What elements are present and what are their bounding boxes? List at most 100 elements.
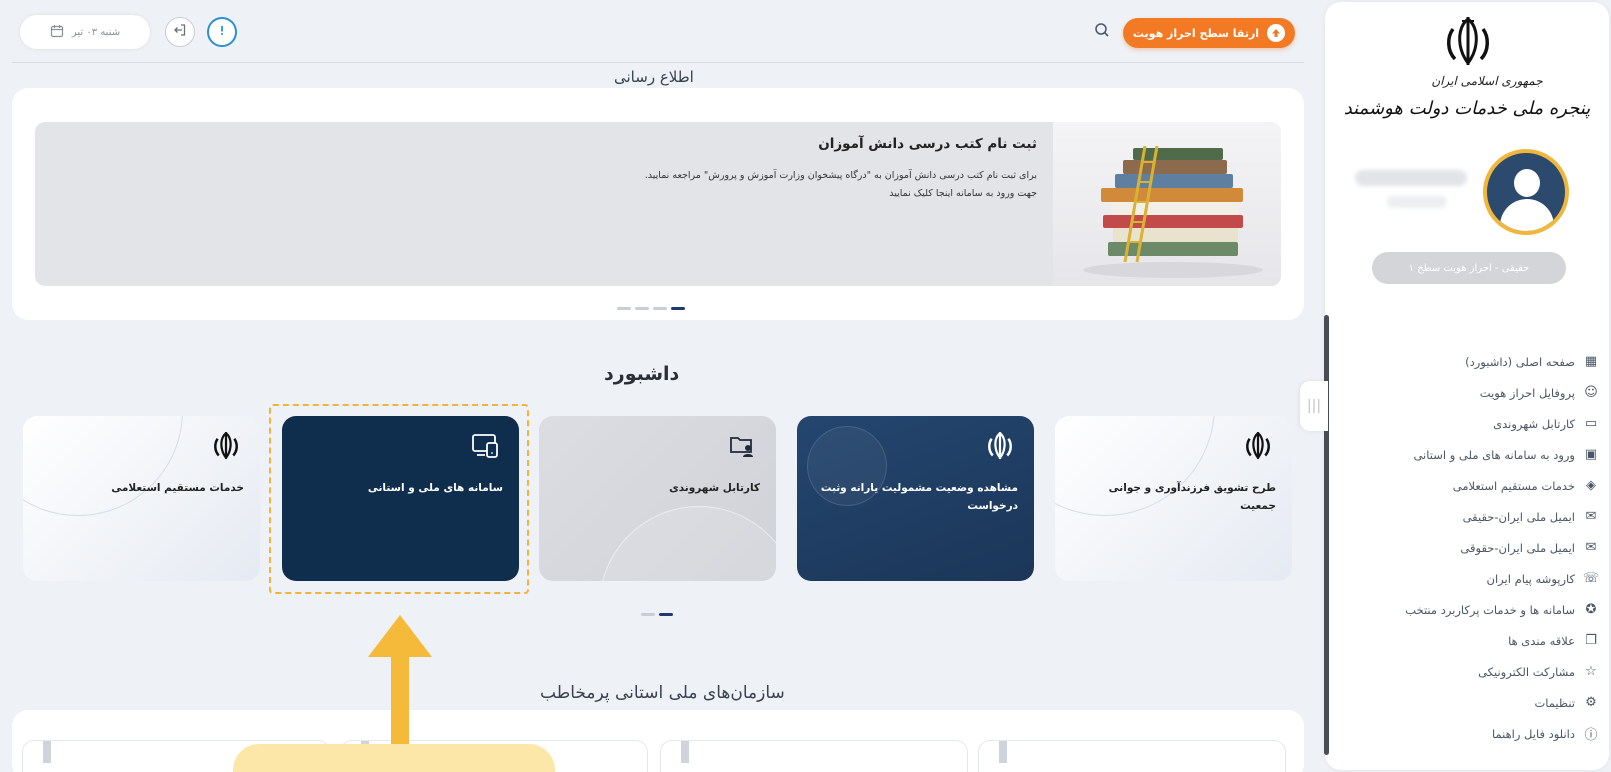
- emblem-icon: [210, 430, 242, 462]
- search-icon: [1094, 22, 1110, 42]
- grid-icon: ▦: [1584, 354, 1598, 369]
- award-icon: ✪: [1585, 602, 1597, 617]
- dashboard-card-inquiry-services[interactable]: خدمات مستقیم استعلامی: [23, 416, 260, 581]
- mail-icon: ✉: [1585, 540, 1597, 555]
- sidebar-item-settings[interactable]: ⚙ تنظیمات: [1325, 687, 1599, 718]
- sidebar-nav: ▦ صفحه اصلی (داشبورد) ☺ پروفایل احراز هویت…: [1325, 346, 1599, 749]
- iran-emblem-icon: [1438, 12, 1498, 72]
- bookmark-icon: ❐: [1585, 633, 1597, 648]
- sidebar-item-dashboard[interactable]: ▦ صفحه اصلی (داشبورد): [1325, 346, 1599, 377]
- carousel-dot[interactable]: [635, 307, 649, 310]
- sidebar-item-label: سامانه ها و خدمات پرکاربرد منتخب: [1405, 602, 1575, 617]
- provinces-section-title: سازمان‌های ملی استانی پرمخاطب: [526, 683, 799, 703]
- sidebar-item-email-legal[interactable]: ✉ ایمیل ملی ایران-حقوقی: [1325, 532, 1599, 563]
- card-tag: [43, 741, 51, 763]
- section-divider: [12, 62, 1304, 63]
- sidebar-item-favorites[interactable]: ❐ علاقه مندی ها: [1325, 625, 1599, 656]
- province-card[interactable]: [978, 740, 1286, 772]
- dashboard-card-birth-incentive[interactable]: طرح تشویق فرزندآوری و جوانی جمعیت: [1055, 416, 1292, 581]
- news-description: برای ثبت نام کتب درسی دانش آموزان به "در…: [644, 170, 1037, 181]
- card-decor: [23, 416, 183, 516]
- date-pill: شنبه ۰۳ تیر: [20, 15, 150, 49]
- annotation-arrow-shaft: [391, 652, 409, 748]
- news-title: ثبت نام کتب درسی دانش آموزان: [818, 136, 1037, 152]
- sidebar-item-inquiry-services[interactable]: ◈ خدمات مستقیم استعلامی: [1325, 470, 1599, 501]
- logout-icon: [173, 23, 187, 41]
- avatar-head-shape: [1514, 169, 1540, 197]
- carousel-dot[interactable]: [617, 307, 631, 310]
- carousel-dot[interactable]: [653, 307, 667, 310]
- card-label: طرح تشویق فرزندآوری و جوانی جمعیت: [1108, 482, 1276, 512]
- carousel-dot[interactable]: [641, 613, 655, 616]
- devices-icon: ▣: [1584, 447, 1598, 462]
- sidebar-item-popular-services[interactable]: ✪ سامانه ها و خدمات پرکاربرد منتخب: [1325, 594, 1599, 625]
- dashboard-card-citizen-cartable[interactable]: کارتابل شهروندی: [539, 416, 776, 581]
- emblem-icon: [984, 430, 1016, 462]
- news-carousel-dots: [617, 307, 685, 310]
- info-icon: ⓘ: [1584, 728, 1598, 743]
- news-section-title: اطلاع رسانی: [600, 68, 708, 86]
- avatar-body-shape: [1500, 199, 1554, 231]
- sidebar-item-label: دانلود فایل راهنما: [1491, 726, 1575, 741]
- card-label: کارتابل شهروندی: [669, 482, 760, 494]
- sidebar-item-label: صفحه اصلی (داشبورد): [1465, 354, 1575, 369]
- annotation-arrow-icon: [368, 615, 432, 657]
- dashboard-carousel-dots: [641, 613, 673, 616]
- sidebar-item-label: پروفایل احراز هویت: [1479, 385, 1575, 400]
- carousel-dot-active[interactable]: [671, 307, 685, 310]
- card-tag: [999, 741, 1007, 763]
- profile-icon: ☺: [1584, 385, 1598, 400]
- info-icon: [215, 23, 229, 41]
- card-decor: [599, 506, 776, 581]
- avatar[interactable]: [1483, 149, 1569, 235]
- province-card[interactable]: [660, 740, 968, 772]
- sidebar-item-label: ایمیل ملی ایران-حقیقی: [1462, 509, 1575, 524]
- search-button[interactable]: [1088, 18, 1116, 46]
- news-link-text[interactable]: جهت ورود به سامانه اینجا کلیک نمایید: [889, 188, 1037, 199]
- news-slide[interactable]: ثبت نام کتب درسی دانش آموزان برای ثبت نا…: [35, 122, 1281, 286]
- sidebar-item-guide-download[interactable]: ⓘ دانلود فایل راهنما: [1325, 718, 1599, 749]
- sidebar-item-auth-profile[interactable]: ☺ پروفایل احراز هویت: [1325, 377, 1599, 408]
- upgrade-auth-button[interactable]: ارتقا سطح احراز هویت: [1123, 18, 1295, 48]
- folder-user-icon: ▭: [1584, 416, 1598, 431]
- sidebar-item-label: خدمات مستقیم استعلامی: [1452, 478, 1575, 493]
- sidebar-item-citizen-cartable[interactable]: ▭ کارتابل شهروندی: [1325, 408, 1599, 439]
- brand-line-2: پنجره ملی خدمات دولت هوشمند: [1343, 98, 1591, 119]
- logout-button[interactable]: [165, 17, 195, 47]
- card-label: مشاهده وضعیت مشمولیت یارانه وثبت درخواست: [820, 482, 1018, 512]
- sidebar-item-label: علاقه مندی ها: [1508, 633, 1575, 648]
- highlight-box: [269, 404, 529, 594]
- user-national-id: [1387, 196, 1447, 208]
- sidebar-item-label: کارپوشه پیام ایران: [1486, 571, 1575, 586]
- message-icon: ☏: [1582, 571, 1600, 586]
- sidebar-item-e-participation[interactable]: ☆ مشارکت الکترونیکی: [1325, 656, 1599, 687]
- card-label: خدمات مستقیم استعلامی: [111, 482, 244, 494]
- folder-user-icon: [726, 430, 758, 462]
- dashboard-card-subsidy-status[interactable]: مشاهده وضعیت مشمولیت یارانه وثبت درخواست: [797, 416, 1034, 581]
- sidebar-item-label: ایمیل ملی ایران-حقوقی: [1460, 540, 1575, 555]
- annotation-callout: [233, 744, 555, 772]
- layers-icon: ◈: [1586, 478, 1596, 493]
- emblem-icon: [1242, 430, 1274, 462]
- sidebar-collapse-handle[interactable]: |||: [1300, 381, 1328, 431]
- gear-icon: ⚙: [1585, 695, 1597, 710]
- sidebar-item-label: ورود به سامانه های ملی و استانی: [1413, 447, 1575, 462]
- arrow-up-icon: [1267, 24, 1286, 42]
- calendar-icon: [50, 24, 64, 41]
- info-button[interactable]: [207, 17, 237, 47]
- sidebar: جمهوری اسلامی ایران پنجره ملی خدمات دولت…: [1325, 2, 1609, 770]
- sidebar-item-email-personal[interactable]: ✉ ایمیل ملی ایران-حقیقی: [1325, 501, 1599, 532]
- books-illustration: [1053, 122, 1281, 286]
- upgrade-auth-label: ارتقا سطح احراز هویت: [1132, 26, 1260, 40]
- user-name: [1355, 170, 1467, 186]
- carousel-dot-active[interactable]: [659, 613, 673, 616]
- sidebar-item-message-box[interactable]: ☏ کارپوشه پیام ایران: [1325, 563, 1600, 594]
- auth-level-badge: حقیقی - احراز هویت سطح ۱: [1372, 252, 1566, 284]
- mail-icon: ✉: [1585, 509, 1597, 524]
- sidebar-item-national-systems[interactable]: ▣ ورود به سامانه های ملی و استانی: [1325, 439, 1599, 470]
- star-icon: ☆: [1585, 664, 1597, 679]
- date-label: شنبه ۰۳ تیر: [71, 26, 121, 38]
- sidebar-item-label: کارتابل شهروندی: [1493, 416, 1575, 431]
- sidebar-item-label: تنظیمات: [1534, 695, 1575, 710]
- brand-line-1: جمهوری اسلامی ایران: [1431, 74, 1543, 88]
